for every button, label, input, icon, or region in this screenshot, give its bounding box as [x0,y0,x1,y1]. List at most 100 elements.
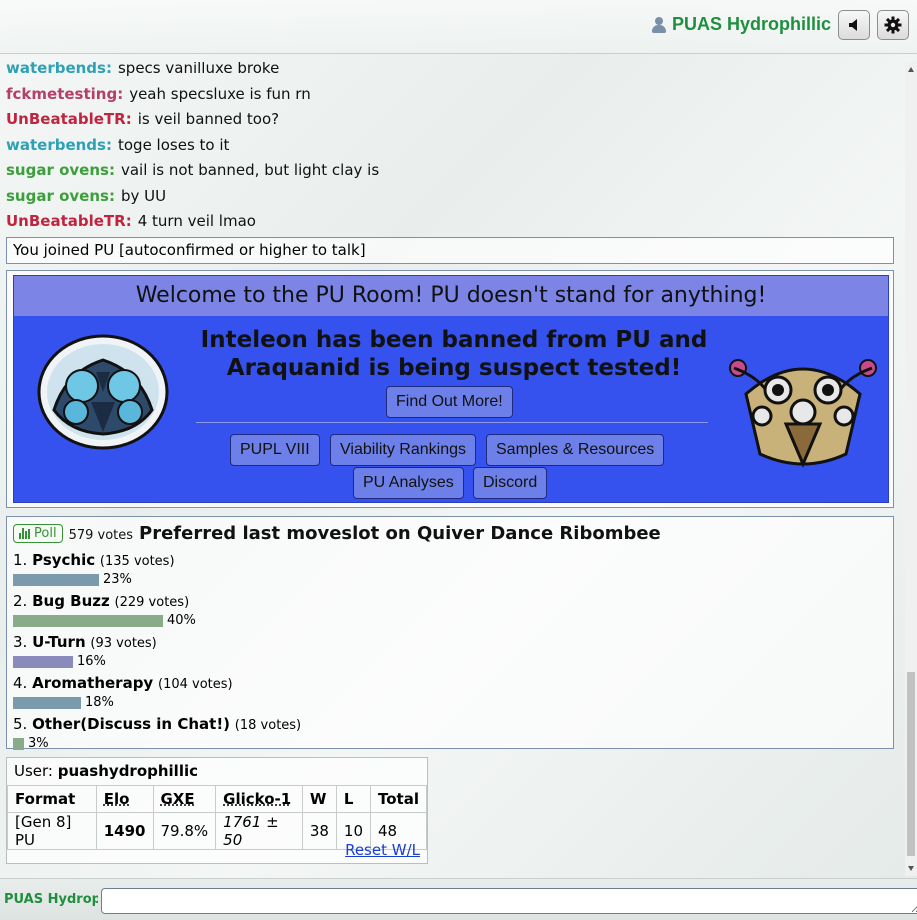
poll-option: 2. Bug Buzz (229 votes) 40% [13,592,887,629]
join-notice: You joined PU [autoconfirmed or higher t… [6,237,894,264]
chat-author[interactable]: waterbends: [6,136,112,154]
chat-message: UnBeatableTR: 4 turn veil lmao [0,209,905,235]
ladder-user-label: User: [14,762,53,780]
chat-lines: waterbends: specs vanilluxe broke fckmetes… [0,62,905,235]
banner-headline: Inteleon has been banned from PU and Ara… [200,327,708,381]
chat-input[interactable] [101,888,917,914]
cell-format: [Gen 8] PU [7,812,97,850]
poll-option-number: 3. [13,633,28,651]
reset-wl-link[interactable]: Reset W/L [345,841,420,859]
scroll-down-icon[interactable] [908,866,914,871]
poll-option-number: 1. [13,551,28,569]
scroll-up-icon[interactable] [908,67,914,72]
top-header: PUAS Hydrophillic [0,0,917,54]
poll-option-name: Aromatherapy [32,674,154,692]
settings-button[interactable] [877,10,909,40]
poll-option-count: (135 votes) [99,554,175,569]
poll-option-number: 5. [13,715,28,733]
poll-percent: 16% [77,654,106,669]
chart-icon [19,528,30,539]
poll-option: 5. Other(Discuss in Chat!) (18 votes) 3% [13,715,887,752]
chat-text: vail is not banned, but light clay is [120,161,380,179]
col-l: L [335,785,372,813]
poll-options: 1. Psychic (135 votes) 23% 2. Bug Buzz (22… [13,551,887,752]
poll-option-count: (229 votes) [114,595,190,610]
poll-option: 3. U-Turn (93 votes) 16% [13,633,887,670]
chat-author[interactable]: fckmetesting: [6,85,123,103]
chat-text: by UU [120,186,167,205]
poll-percent: 40% [167,613,196,628]
cell-glicko: 1761 ± 50 [215,812,303,850]
chat-text: is veil banned too? [137,110,280,128]
welcome-heading: Welcome to the PU Room! PU doesn't stand… [14,276,888,316]
chat-message: sugar ovens: vail is not banned, but ligh… [0,158,905,184]
poll-option-number: 4. [13,674,28,692]
col-w: W [301,785,337,813]
chat-author[interactable]: UnBeatableTR: [6,212,132,230]
poll-bar [13,573,99,586]
find-out-more-button[interactable]: Find Out More! [386,386,513,418]
pupl-button[interactable]: PUPL VIII [230,434,320,466]
ladder-header-row: Format Elo GXE Glicko-1 W L Total [7,785,427,813]
pu-analyses-button[interactable]: PU Analyses [353,467,464,499]
chat-text: yeah specsluxe is fun rn [129,84,311,103]
chat-scrollbar[interactable] [905,62,917,876]
viability-rankings-button[interactable]: Viability Rankings [330,434,476,466]
bronzong-icon [729,359,877,468]
ladder-box: User: puashydrophillic Format Elo GXE Gl… [6,757,428,864]
chat-message: waterbends: toge loses to it [0,133,905,159]
poll-header: Poll 579 votes Preferred last moveslot o… [13,523,887,547]
poll-option-count: (93 votes) [90,636,157,651]
poll-option-count: (104 votes) [158,677,233,692]
poll-vote-total: 579 votes [68,528,134,543]
sound-button[interactable] [838,10,870,40]
chat-author[interactable]: UnBeatableTR: [6,110,132,128]
room-banner: Welcome to the PU Room! PU doesn't stand… [13,275,889,503]
volume-icon [849,19,857,31]
banner-divider [196,422,708,423]
poll-bar [13,737,24,750]
poll-bar [13,655,73,668]
poll-option-name: Other(Discuss in Chat!) [32,715,231,733]
poll-question: Preferred last moveslot on Quiver Dance … [139,523,661,544]
scroll-thumb[interactable] [907,672,915,856]
col-total: Total [370,785,427,813]
user-icon [651,16,666,34]
chat-author[interactable]: sugar ovens: [6,187,115,205]
ladder-user: puashydrophillic [57,762,199,780]
poll-option-name: Bug Buzz [32,592,110,610]
room-intro-box: Welcome to the PU Room! PU doesn't stand… [6,270,894,508]
poll-box: Poll 579 votes Preferred last moveslot o… [6,516,894,752]
chat-author[interactable]: sugar ovens: [6,161,115,179]
poll-bar [13,696,81,709]
col-elo: Elo [95,785,154,813]
cell-gxe: 79.8% [152,812,217,850]
discord-button[interactable]: Discord [473,467,548,499]
chat-author[interactable]: waterbends: [6,62,112,77]
samples-resources-button[interactable]: Samples & Resources [486,434,665,466]
chat-text: toge loses to it [117,135,230,154]
chat-message: waterbends: specs vanilluxe broke [0,62,905,82]
poll-percent: 18% [85,695,114,710]
chat-text: 4 turn veil lmao [137,212,256,230]
poll-option: 4. Aromatherapy (104 votes) 18% [13,674,887,711]
gear-icon [884,16,902,34]
username[interactable]: PUAS Hydrophillic [672,14,831,35]
ladder-user-row: User: puashydrophillic [7,758,427,785]
poll-option: 1. Psychic (135 votes) 23% [13,551,887,588]
poll-percent: 3% [28,736,49,751]
chat-text: specs vanilluxe broke [117,62,280,77]
input-username[interactable]: PUAS Hydrophillic [4,892,98,907]
araquanid-icon [37,334,169,450]
col-glicko: Glicko-1 [215,785,303,813]
cell-elo: 1490 [95,812,154,850]
poll-option-name: Psychic [32,551,96,569]
col-format: Format [7,785,97,813]
poll-option-name: U-Turn [32,633,86,651]
chat-input-bar: PUAS Hydrophillic [0,878,917,920]
chat-message: fckmetesting: yeah specsluxe is fun rn [0,82,905,108]
user-menu[interactable]: PUAS Hydrophillic [651,14,831,35]
poll-badge-label: Poll [34,526,57,541]
chat-message: sugar ovens: by UU [0,184,905,210]
chat-message: UnBeatableTR: is veil banned too? [0,107,905,133]
